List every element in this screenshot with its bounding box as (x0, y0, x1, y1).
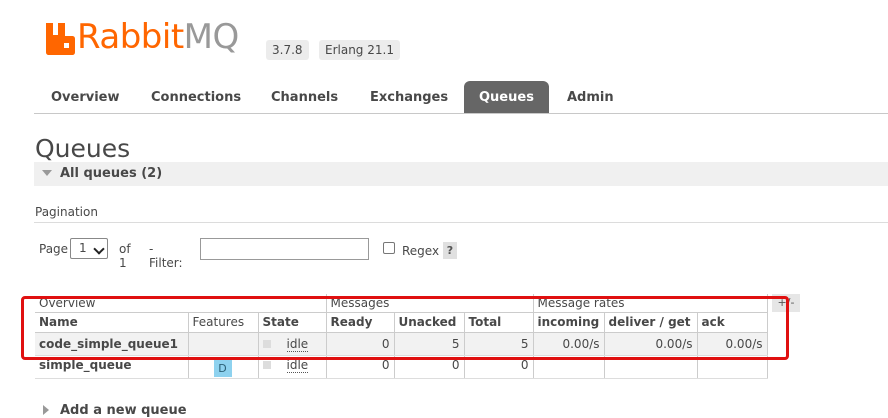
tab-connections[interactable]: Connections (136, 81, 256, 113)
tab-overview[interactable]: Overview (36, 81, 135, 113)
page-count-label: of 1 (119, 242, 131, 270)
all-queues-label[interactable]: All queues (2) (60, 166, 162, 181)
tab-channels[interactable]: Channels (256, 81, 353, 113)
tab-queues[interactable]: Queues (464, 81, 549, 113)
queue-total: 5 (464, 332, 534, 356)
queue-total: 0 (464, 355, 534, 379)
pagination-label: Pagination (35, 205, 98, 219)
erlang-version-badge: Erlang 21.1 (319, 40, 400, 60)
column-header-state[interactable]: State (258, 312, 327, 333)
column-header-ready[interactable]: Ready (326, 312, 395, 333)
filter-input[interactable] (200, 238, 369, 260)
tab-admin[interactable]: Admin (552, 81, 629, 113)
queue-state: idle (258, 332, 327, 356)
all-queues-section-header[interactable]: All queues (2) (34, 162, 888, 186)
queue-name-link[interactable]: simple_queue (35, 355, 189, 379)
column-header-total[interactable]: Total (464, 312, 534, 333)
table-row[interactable]: simple_queue D idle 0 0 0 (35, 355, 768, 379)
table-row[interactable]: code_simple_queue1 idle 0 5 5 0.00/s 0.0… (35, 332, 768, 356)
queue-ack-rate (697, 355, 768, 379)
state-indicator-icon (262, 340, 271, 348)
queue-incoming-rate: 0.00/s (533, 332, 605, 356)
version-badge: 3.7.8 (266, 40, 309, 60)
queue-incoming-rate (533, 355, 605, 379)
queue-features (188, 332, 259, 356)
regex-checkbox[interactable] (383, 242, 395, 254)
page-title: Queues (35, 134, 131, 163)
queue-unacked: 5 (394, 332, 465, 356)
tab-exchanges[interactable]: Exchanges (355, 81, 463, 113)
queue-deliver-get-rate (604, 355, 698, 379)
rabbitmq-logo-icon (46, 23, 75, 55)
collapse-triangle-icon (42, 170, 52, 176)
queues-table: Overview Messages Message rates Name Fea… (35, 294, 768, 379)
queue-deliver-get-rate: 0.00/s (604, 332, 698, 356)
page-select-value: 1 (79, 241, 87, 255)
page-label: Page (39, 242, 69, 256)
queue-features: D (188, 355, 259, 379)
pagination-divider (34, 222, 888, 223)
filter-label: - Filter: (149, 242, 183, 270)
regex-help-button[interactable]: ? (443, 242, 457, 259)
queue-state: idle (258, 355, 327, 379)
state-indicator-icon (262, 361, 271, 369)
column-toggle-button[interactable]: +/- (772, 294, 800, 312)
queue-ack-rate: 0.00/s (697, 332, 768, 356)
add-new-queue-label[interactable]: Add a new queue (60, 403, 187, 418)
column-header-unacked[interactable]: Unacked (394, 312, 465, 333)
expand-triangle-icon (43, 405, 49, 415)
queue-ready: 0 (326, 332, 395, 356)
durable-badge[interactable]: D (213, 360, 232, 377)
column-header-name[interactable]: Name (35, 312, 189, 333)
group-header-overview: Overview (35, 294, 327, 313)
queue-name-link[interactable]: code_simple_queue1 (35, 332, 189, 356)
main-nav-tabs: Overview Connections Channels Exchanges … (34, 81, 888, 114)
queue-unacked: 0 (394, 355, 465, 379)
page-select[interactable]: 1 (70, 238, 108, 259)
group-header-messages: Messages (326, 294, 534, 313)
column-header-ack[interactable]: ack (697, 312, 768, 333)
chevron-down-icon (93, 243, 105, 255)
column-header-deliver-get[interactable]: deliver / get (604, 312, 698, 333)
column-header-features: Features (188, 312, 259, 333)
brand-name: RabbitMQ (77, 17, 239, 57)
regex-label: Regex (402, 244, 440, 258)
column-header-incoming[interactable]: incoming (533, 312, 605, 333)
group-header-message-rates: Message rates (533, 294, 768, 313)
queue-ready: 0 (326, 355, 395, 379)
